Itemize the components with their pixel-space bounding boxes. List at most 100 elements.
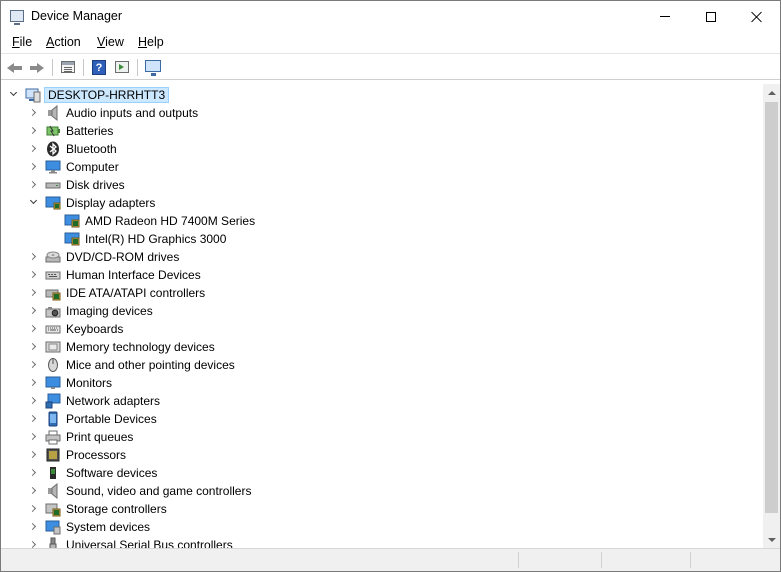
update-driver-button[interactable] <box>112 58 132 77</box>
vertical-scrollbar[interactable] <box>763 84 780 548</box>
tree-item-label: System devices <box>66 520 151 534</box>
display-adapter-icon <box>45 195 61 211</box>
minimize-icon <box>660 16 670 17</box>
tree-category[interactable]: Bluetooth <box>1 140 763 158</box>
collapse-chevron-icon[interactable] <box>9 88 19 100</box>
expand-chevron-icon[interactable] <box>28 126 39 136</box>
tree-category[interactable]: System devices <box>1 518 763 536</box>
tree-item-label: Storage controllers <box>66 502 167 516</box>
back-button[interactable] <box>5 58 25 77</box>
sound-controller-icon <box>45 483 61 499</box>
tree-item-label: Print queues <box>66 430 134 444</box>
tree-category[interactable]: Keyboards <box>1 320 763 338</box>
tree-category[interactable]: Imaging devices <box>1 302 763 320</box>
expand-chevron-icon[interactable] <box>28 162 39 172</box>
hid-icon <box>45 267 61 283</box>
tree-item-label: Computer <box>66 160 119 174</box>
forward-button[interactable] <box>27 58 47 77</box>
expand-chevron-icon[interactable] <box>28 396 39 406</box>
close-icon <box>751 11 763 23</box>
tree-category[interactable]: Storage controllers <box>1 500 763 518</box>
scroll-down-button[interactable] <box>763 531 780 548</box>
tree-item-label: Portable Devices <box>66 412 157 426</box>
scan-hardware-button[interactable] <box>143 58 163 77</box>
storage-controller-icon <box>45 501 61 517</box>
help-icon: ? <box>92 60 106 75</box>
expand-chevron-icon[interactable] <box>28 540 39 548</box>
tree-device[interactable]: AMD Radeon HD 7400M Series <box>1 212 763 230</box>
expand-chevron-icon[interactable] <box>28 108 39 118</box>
properties-button[interactable] <box>58 58 78 77</box>
tree-category[interactable]: Human Interface Devices <box>1 266 763 284</box>
scroll-up-button[interactable] <box>763 84 780 101</box>
tree-category[interactable]: DVD/CD-ROM drives <box>1 248 763 266</box>
expand-chevron-icon[interactable] <box>28 414 39 424</box>
device-tree[interactable]: DESKTOP-HRRHTT3 Audio inputs and outputs B… <box>1 84 763 548</box>
network-adapter-icon <box>45 393 61 409</box>
scrollbar-thumb[interactable] <box>765 102 778 513</box>
tree-category[interactable]: Portable Devices <box>1 410 763 428</box>
expand-chevron-icon[interactable] <box>28 288 39 298</box>
tree-category[interactable]: Disk drives <box>1 176 763 194</box>
tree-category[interactable]: Processors <box>1 446 763 464</box>
expand-chevron-icon[interactable] <box>28 180 39 190</box>
tree-item-label: Universal Serial Bus controllers <box>66 538 233 548</box>
menu-view[interactable]: View <box>96 35 125 49</box>
expand-chevron-icon[interactable] <box>28 432 39 442</box>
tree-item-label: Bluetooth <box>66 142 117 156</box>
expand-chevron-icon[interactable] <box>28 270 39 280</box>
tree-item-label: Mice and other pointing devices <box>66 358 235 372</box>
expand-chevron-icon[interactable] <box>28 360 39 370</box>
expand-chevron-icon[interactable] <box>28 450 39 460</box>
tree-category[interactable]: Display adapters <box>1 194 763 212</box>
tree-category[interactable]: Software devices <box>1 464 763 482</box>
tree-category[interactable]: Memory technology devices <box>1 338 763 356</box>
menu-help[interactable]: Help <box>137 35 165 49</box>
scan-hardware-icon <box>145 60 161 76</box>
tree-category[interactable]: Network adapters <box>1 392 763 410</box>
keyboard-icon <box>45 321 61 337</box>
camera-icon <box>45 303 61 319</box>
expand-chevron-icon[interactable] <box>28 378 39 388</box>
tree-category[interactable]: Mice and other pointing devices <box>1 356 763 374</box>
tree-category[interactable]: Print queues <box>1 428 763 446</box>
system-device-icon <box>45 519 61 535</box>
expand-chevron-icon[interactable] <box>28 504 39 514</box>
maximize-button[interactable] <box>688 1 734 32</box>
expand-chevron-icon[interactable] <box>28 324 39 334</box>
expand-chevron-icon[interactable] <box>28 342 39 352</box>
device-manager-window: Device Manager File Action View Help ? D… <box>0 0 781 572</box>
help-button[interactable]: ? <box>89 58 109 77</box>
portable-device-icon <box>45 411 61 427</box>
tree-item-label: DVD/CD-ROM drives <box>66 250 180 264</box>
tree-category[interactable]: IDE ATA/ATAPI controllers <box>1 284 763 302</box>
expand-chevron-icon[interactable] <box>28 522 39 532</box>
mouse-icon <box>45 357 61 373</box>
tree-root-computer[interactable]: DESKTOP-HRRHTT3 <box>1 86 763 104</box>
scroll-up-icon <box>767 90 776 95</box>
minimize-button[interactable] <box>642 1 688 32</box>
expand-chevron-icon[interactable] <box>28 486 39 496</box>
expand-chevron-icon[interactable] <box>28 468 39 478</box>
update-driver-icon <box>115 61 129 73</box>
collapse-chevron-icon[interactable] <box>29 196 39 208</box>
tree-item-label: Monitors <box>66 376 113 390</box>
title-bar[interactable]: Device Manager <box>1 1 780 32</box>
expand-chevron-icon[interactable] <box>28 306 39 316</box>
expand-chevron-icon[interactable] <box>28 252 39 262</box>
tree-category[interactable]: Monitors <box>1 374 763 392</box>
menu-action[interactable]: Action <box>45 35 82 49</box>
toolbar-separator <box>52 59 53 76</box>
tree-category[interactable]: Computer <box>1 158 763 176</box>
tree-category[interactable]: Audio inputs and outputs <box>1 104 763 122</box>
tree-category[interactable]: Universal Serial Bus controllers <box>1 536 763 548</box>
tree-category[interactable]: Batteries <box>1 122 763 140</box>
close-button[interactable] <box>734 1 780 32</box>
tree-category[interactable]: Sound, video and game controllers <box>1 482 763 500</box>
expand-chevron-icon[interactable] <box>28 144 39 154</box>
tree-device[interactable]: Intel(R) HD Graphics 3000 <box>1 230 763 248</box>
menu-file[interactable]: File <box>11 35 33 49</box>
tree-item-label: AMD Radeon HD 7400M Series <box>85 214 256 228</box>
window-title: Device Manager <box>31 9 123 23</box>
status-pane-divider <box>601 552 602 568</box>
